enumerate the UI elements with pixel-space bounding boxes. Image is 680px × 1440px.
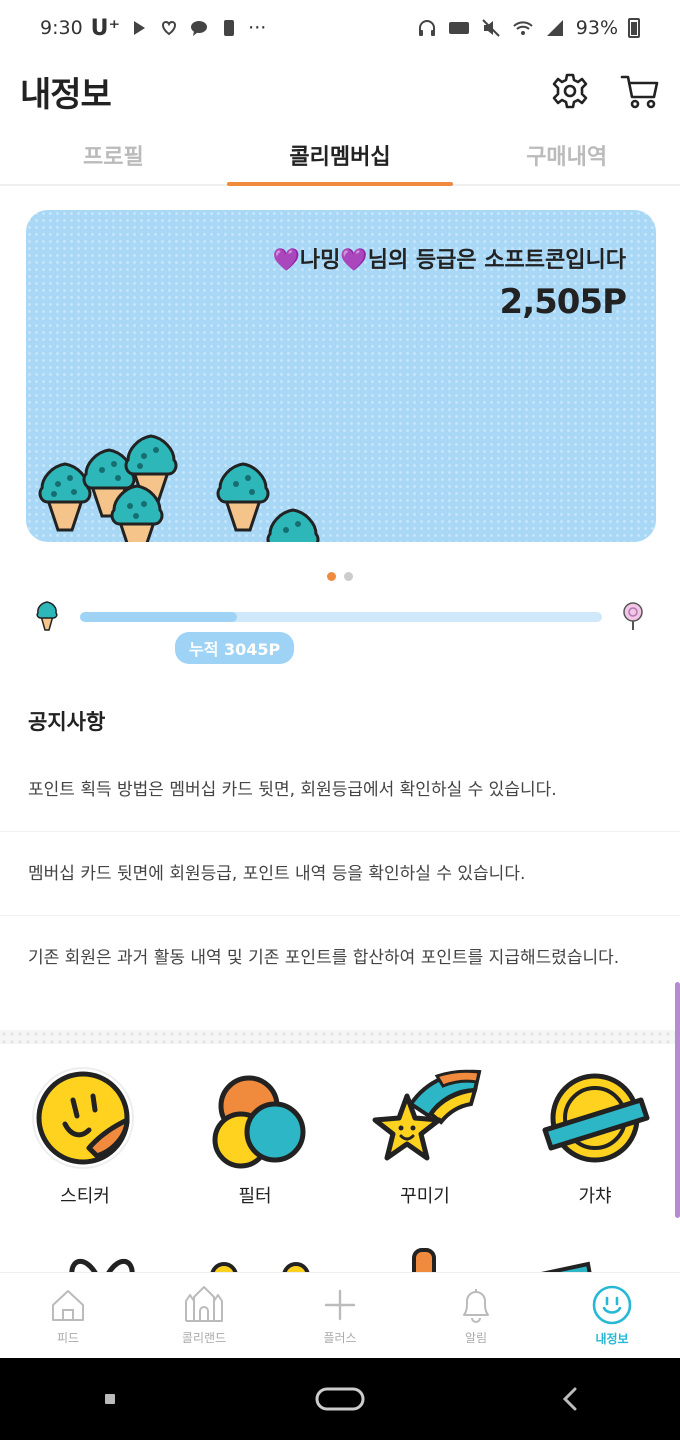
notice-title: 공지사항 bbox=[28, 710, 106, 734]
recents-icon bbox=[105, 1394, 115, 1404]
nav-label: 콜리랜드 bbox=[181, 1331, 227, 1345]
settings-button[interactable] bbox=[550, 71, 590, 111]
heart-left-icon: 💜 bbox=[272, 248, 300, 273]
cart-button[interactable] bbox=[620, 71, 660, 111]
home-pill-icon bbox=[315, 1387, 365, 1411]
tab-bar: 프로필 콜리멤버십 구매내역 bbox=[0, 126, 680, 186]
system-nav-bar bbox=[0, 1358, 680, 1440]
sim-icon bbox=[224, 20, 235, 36]
next-grade-candy-icon bbox=[623, 602, 643, 630]
tab-purchase-history[interactable]: 구매내역 bbox=[453, 126, 680, 184]
tab-membership[interactable]: 콜리멤버십 bbox=[226, 126, 454, 186]
section-divider bbox=[0, 1030, 680, 1044]
nav-notifications[interactable]: 알림 bbox=[408, 1273, 544, 1358]
card-pager bbox=[0, 572, 680, 581]
user-nickname: 나밍 bbox=[299, 248, 341, 273]
shortcut-filter[interactable]: 필터 bbox=[170, 1060, 340, 1208]
grade-line: 💜나밍💜님의 등급은 소프트콘입니다 bbox=[273, 242, 627, 274]
back-button[interactable] bbox=[540, 1369, 600, 1429]
shortcut-gacha[interactable]: 가챠 bbox=[510, 1060, 680, 1208]
tab-profile[interactable]: 프로필 bbox=[0, 126, 227, 184]
points-balance: 2,505P bbox=[499, 282, 627, 322]
app-root: 9:30 U⁺ ··· 93% 내정보 프로필 콜리멤버십 구매내역 💜나밍💜님… bbox=[0, 0, 680, 1440]
notice-item[interactable]: 기존 회원은 과거 활동 내역 및 기존 포인트를 합산하여 포인트를 지급해드… bbox=[0, 942, 680, 1030]
status-carrier: U⁺ bbox=[90, 15, 121, 41]
crayon-icon bbox=[412, 1248, 436, 1274]
status-bar: 9:30 U⁺ ··· 93% bbox=[0, 0, 680, 56]
nav-plus[interactable]: 플러스 bbox=[272, 1273, 408, 1358]
bow-icon bbox=[69, 1259, 135, 1274]
back-chevron-icon bbox=[562, 1387, 577, 1411]
progress-track bbox=[80, 612, 602, 622]
shortcut-sticker[interactable]: 스티커 bbox=[0, 1060, 170, 1208]
shortcut-label: 필터 bbox=[238, 1186, 272, 1207]
shortcut-grid: 스티커 필터 꾸미기 가챠 bbox=[0, 1060, 680, 1208]
shortcut-label: 스티커 bbox=[60, 1186, 110, 1207]
more-notifications-icon: ··· bbox=[248, 17, 267, 39]
shortcut-label: 꾸미기 bbox=[400, 1186, 450, 1207]
pager-dot[interactable] bbox=[344, 572, 353, 581]
nav-feed[interactable]: 피드 bbox=[0, 1273, 136, 1358]
heart-right-icon: 💜 bbox=[340, 248, 368, 273]
bottom-nav: 피드 콜리랜드 플러스 알림 내정보 bbox=[0, 1272, 680, 1358]
membership-card[interactable]: 💜나밍💜님의 등급은 소프트콘입니다 2,505P bbox=[26, 210, 656, 542]
bell-icon bbox=[463, 1289, 489, 1323]
plus-icon bbox=[324, 1289, 356, 1321]
hd-icon bbox=[448, 22, 469, 34]
shortcut-decorate[interactable]: 꾸미기 bbox=[340, 1060, 510, 1208]
castle-icon bbox=[185, 1286, 223, 1322]
chat-icon bbox=[191, 21, 208, 36]
recents-button[interactable] bbox=[80, 1369, 140, 1429]
nav-label: 피드 bbox=[56, 1331, 80, 1345]
color-filter-icon bbox=[212, 1075, 306, 1169]
home-icon bbox=[52, 1290, 84, 1321]
status-right: 93% bbox=[416, 17, 640, 39]
nav-my-info[interactable]: 내정보 bbox=[544, 1273, 680, 1358]
wifi-icon bbox=[513, 21, 533, 35]
character-ears-icon bbox=[210, 1262, 310, 1274]
notice-item[interactable]: 포인트 획득 방법은 멤버십 카드 뒷면, 회원등급에서 확인하실 수 있습니다… bbox=[0, 774, 680, 832]
heart-outline-icon bbox=[162, 20, 177, 36]
status-time: 9:30 bbox=[40, 17, 83, 39]
gacha-capsule-icon bbox=[542, 1073, 650, 1163]
grade-text: 님의 등급은 소프트콘입니다 bbox=[367, 248, 626, 273]
notice-item[interactable]: 멤버십 카드 뒷면에 회원등급, 포인트 내역 등을 확인하실 수 있습니다. bbox=[0, 858, 680, 916]
signal-icon bbox=[546, 20, 563, 36]
page-title: 내정보 bbox=[20, 74, 112, 115]
nav-label: 알림 bbox=[464, 1331, 488, 1345]
nav-label: 내정보 bbox=[595, 1332, 629, 1346]
progress-fill bbox=[80, 612, 237, 622]
shortcut-row-partial bbox=[0, 1244, 680, 1274]
header-actions bbox=[550, 71, 660, 111]
accumulated-points-badge: 누적 3045P bbox=[175, 632, 295, 664]
play-icon bbox=[134, 21, 146, 35]
pager-dot-active[interactable] bbox=[327, 572, 336, 581]
status-left: 9:30 U⁺ ··· bbox=[40, 16, 266, 41]
grade-progress: 누적 3045P bbox=[30, 598, 650, 668]
shortcut-label: 가챠 bbox=[578, 1186, 612, 1207]
soft-cone-icon bbox=[110, 484, 164, 542]
gear-icon bbox=[552, 73, 588, 109]
mute-icon bbox=[482, 19, 500, 37]
app-header: 내정보 bbox=[0, 56, 680, 126]
headphones-icon bbox=[418, 20, 435, 36]
battery-percent: 93% bbox=[575, 17, 618, 39]
soft-cone-icon bbox=[266, 508, 320, 542]
home-button[interactable] bbox=[300, 1369, 380, 1429]
shooting-star-icon bbox=[372, 1069, 482, 1161]
nav-label: 플러스 bbox=[323, 1331, 357, 1345]
smiley-sticker-icon bbox=[32, 1067, 134, 1169]
current-grade-cone-icon bbox=[36, 601, 58, 631]
scroll-indicator[interactable] bbox=[675, 982, 680, 1218]
battery-icon bbox=[628, 18, 640, 38]
cart-icon bbox=[620, 75, 659, 109]
nav-colliland[interactable]: 콜리랜드 bbox=[136, 1273, 272, 1358]
smile-profile-icon bbox=[592, 1285, 632, 1325]
